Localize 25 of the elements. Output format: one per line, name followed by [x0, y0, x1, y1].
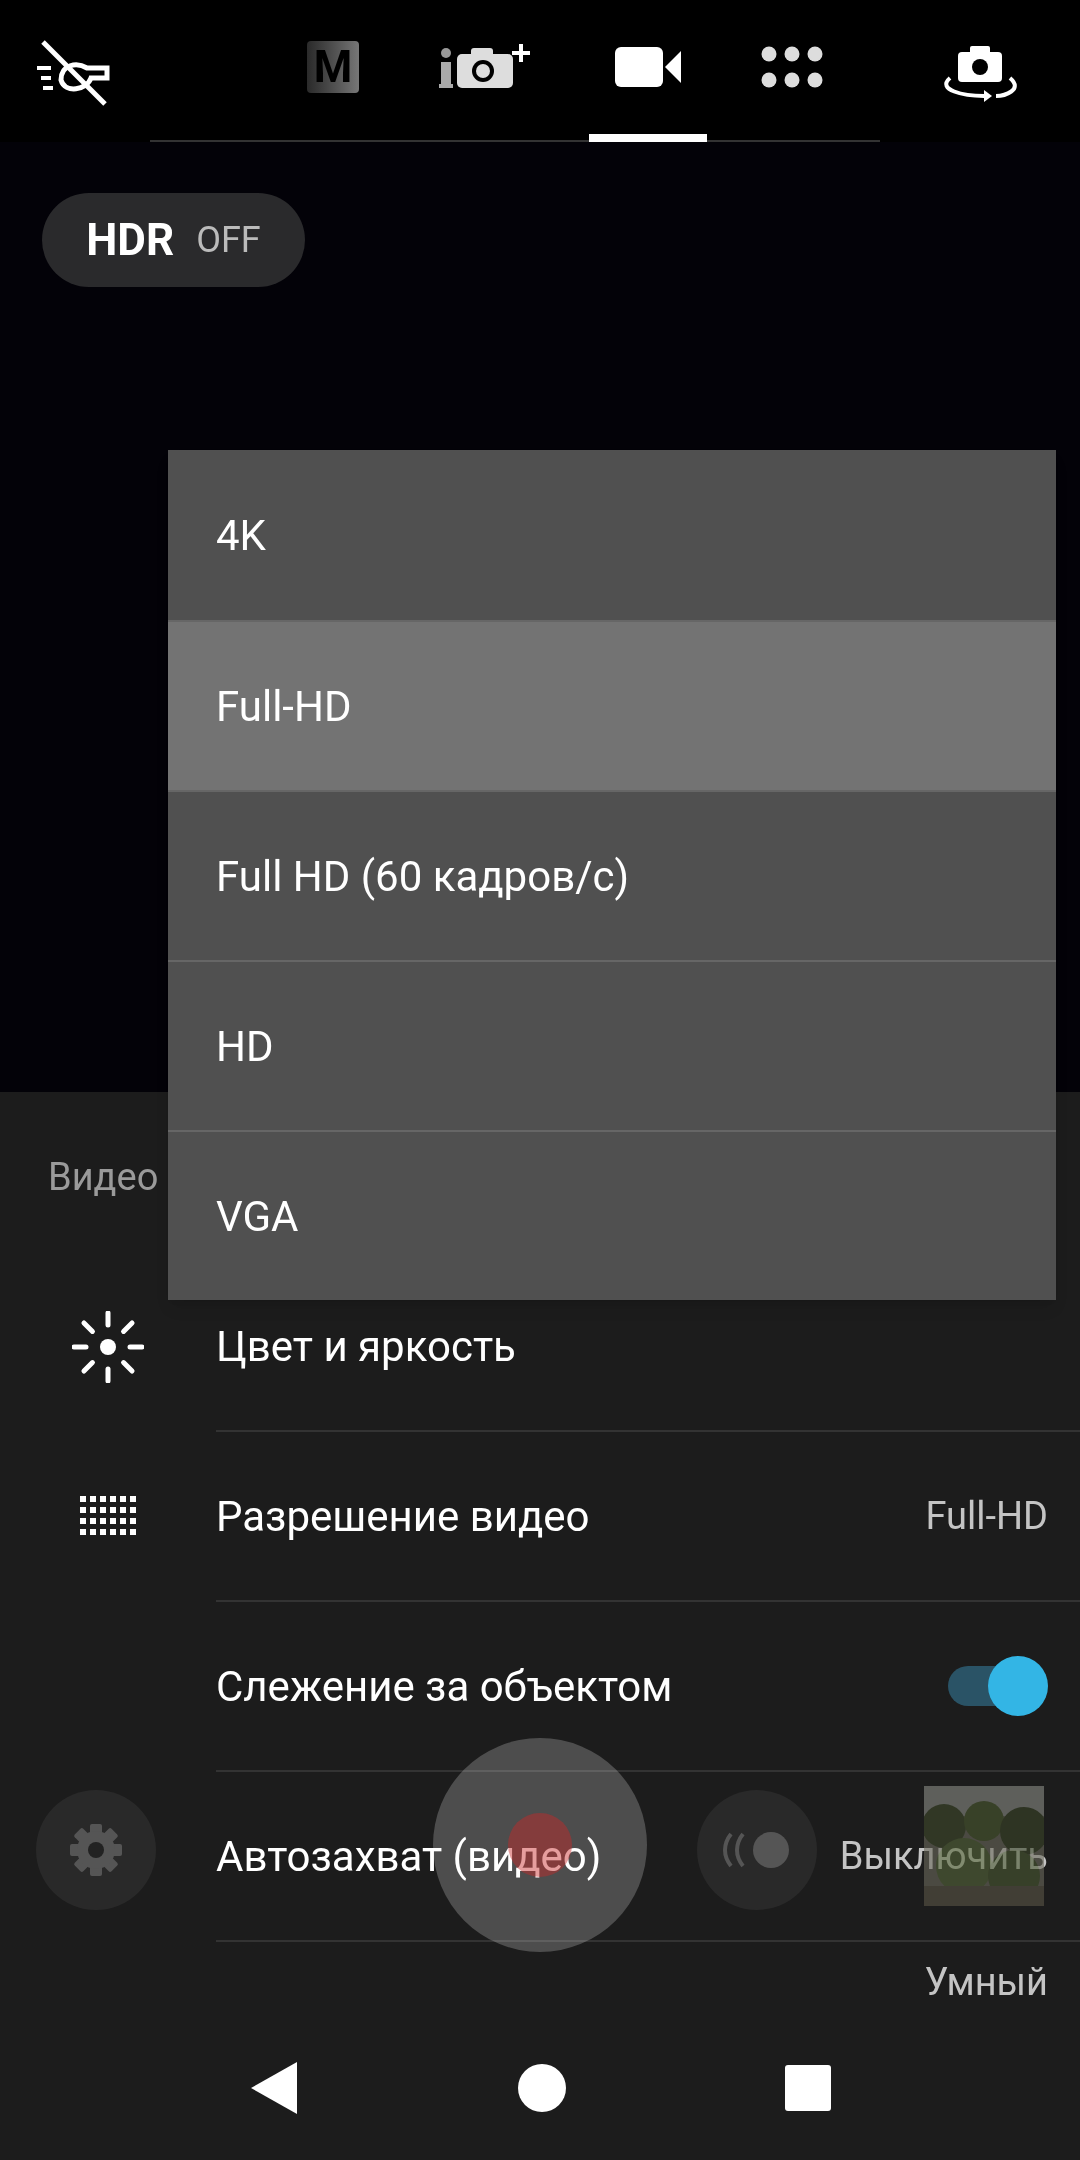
video-camera-icon: [615, 47, 681, 87]
menu-option[interactable]: Full HD (60 кадров/с): [168, 790, 1056, 960]
dots-grid-icon: [761, 46, 823, 88]
setting-label: Слежение за объектом: [216, 1660, 673, 1713]
settings-icon: [68, 1822, 124, 1878]
settings-row[interactable]: Разрешение видео Full-HD: [216, 1432, 1080, 1602]
section-header: Видео: [48, 1153, 159, 1201]
dot-grid-icon: [80, 1496, 136, 1538]
menu-option[interactable]: 4K: [168, 450, 1056, 620]
hdr-toggle[interactable]: HDR OFF: [42, 193, 305, 287]
menu-option[interactable]: VGA: [168, 1130, 1056, 1300]
recents-icon[interactable]: [784, 2064, 831, 2111]
setting-label: Разрешение видео: [216, 1490, 590, 1543]
menu-option[interactable]: HD: [168, 960, 1056, 1130]
setting-label: Цвет и яркость: [216, 1320, 516, 1373]
setting-value: Full-HD: [925, 1492, 1048, 1540]
back-icon[interactable]: [249, 2059, 300, 2116]
setting-label: Автозахват (видео): [216, 1830, 602, 1883]
menu-option[interactable]: Full-HD: [168, 620, 1056, 790]
home-icon[interactable]: [518, 2063, 566, 2112]
manual-mode-icon: M: [307, 41, 359, 93]
setting-value: Умный: [924, 1959, 1048, 2006]
brightness-icon: [72, 1311, 144, 1383]
settings-row[interactable]: Слежение за объектом: [216, 1602, 1080, 1772]
setting-value: Выключить: [839, 1832, 1048, 1880]
